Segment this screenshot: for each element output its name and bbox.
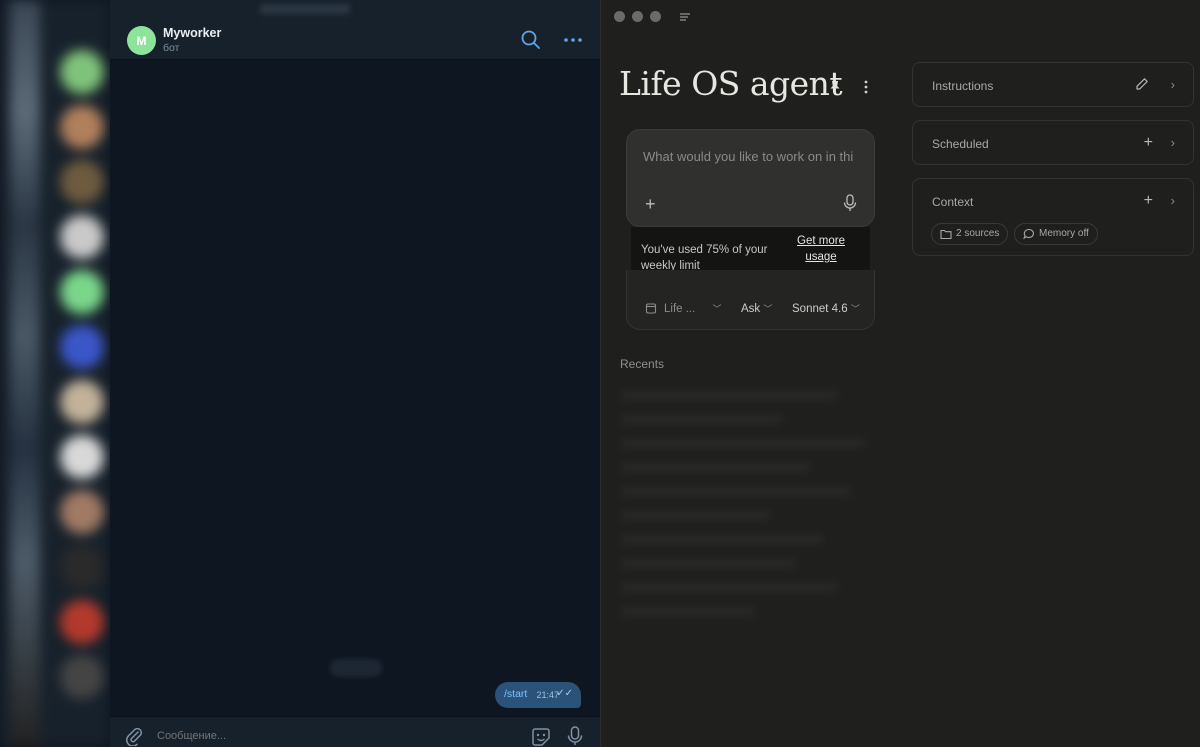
mode-selector-label: Ask xyxy=(741,303,761,315)
date-badge-blurred xyxy=(330,659,382,677)
context-label: Context xyxy=(932,195,974,209)
pencil-icon[interactable] xyxy=(1135,77,1149,91)
model-selector-label: Sonnet 4.6 xyxy=(792,303,848,315)
add-context-button[interactable]: + xyxy=(1144,192,1153,210)
chevron-right-icon[interactable]: › xyxy=(1171,193,1175,208)
scheduled-label: Scheduled xyxy=(932,137,989,151)
project-selector-label: Life ... xyxy=(664,303,696,315)
telegram-window: M Myworker бот /start 21:47 ✓✓ xyxy=(0,0,600,747)
microphone-icon[interactable] xyxy=(843,194,857,212)
instructions-panel[interactable]: Instructions › xyxy=(912,62,1194,107)
sticker-icon[interactable] xyxy=(530,726,552,747)
claude-window: Life OS agent What would you like to wor… xyxy=(600,0,1200,747)
sources-chip-label: 2 sources xyxy=(956,228,1000,239)
close-window-button[interactable] xyxy=(614,11,625,22)
recents-list-blurred xyxy=(620,380,892,660)
chat-avatar[interactable]: M xyxy=(127,26,156,55)
sidebar-toggle-icon[interactable] xyxy=(679,11,691,23)
chat-subtitle: бот xyxy=(163,42,180,54)
more-options-icon[interactable] xyxy=(861,78,871,96)
recents-heading: Recents xyxy=(620,357,665,371)
maximize-window-button[interactable] xyxy=(650,11,661,22)
memory-icon xyxy=(1023,228,1034,240)
project-title: Life OS agent xyxy=(619,64,843,103)
memory-chip-label: Memory off xyxy=(1039,228,1089,239)
instructions-label: Instructions xyxy=(932,79,994,93)
search-icon[interactable] xyxy=(520,29,542,51)
chat-area: M Myworker бот /start 21:47 ✓✓ xyxy=(110,0,600,747)
message-input[interactable] xyxy=(157,726,517,746)
model-selector[interactable]: Sonnet 4.6 ﹀ xyxy=(792,302,860,315)
context-panel[interactable]: Context + › 2 sources Memory off xyxy=(912,178,1194,256)
get-more-usage-link[interactable]: Get more usage xyxy=(790,233,852,265)
prompt-input[interactable]: What would you like to work on in thi xyxy=(643,149,868,164)
microphone-icon[interactable] xyxy=(565,725,585,747)
more-options-icon[interactable] xyxy=(562,33,584,47)
folder-icon xyxy=(940,229,952,240)
chat-header[interactable]: M Myworker бот xyxy=(110,20,600,60)
chevron-down-icon: ﹀ xyxy=(763,304,773,314)
chevron-right-icon[interactable]: › xyxy=(1171,77,1175,92)
message-composer xyxy=(110,716,600,747)
pin-icon[interactable] xyxy=(829,80,841,94)
prompt-composer[interactable]: What would you like to work on in thi + xyxy=(626,129,875,227)
read-ticks-icon: ✓✓ xyxy=(556,688,573,699)
dialog-list-blurred xyxy=(0,0,110,747)
window-titlebar xyxy=(110,0,600,20)
mode-selector[interactable]: Ask ﹀ xyxy=(741,302,772,315)
add-scheduled-button[interactable]: + xyxy=(1144,134,1153,152)
chevron-down-icon: ﹀ xyxy=(712,304,722,314)
project-icon xyxy=(645,303,657,314)
message-text[interactable]: /start xyxy=(504,688,527,700)
add-attachment-button[interactable]: + xyxy=(645,194,656,215)
usage-limit-banner: You've used 75% of your weekly limit Get… xyxy=(631,227,870,272)
message-bubble[interactable]: /start 21:47 ✓✓ xyxy=(495,682,581,708)
scheduled-panel[interactable]: Scheduled + › xyxy=(912,120,1194,165)
attach-icon[interactable] xyxy=(124,726,144,746)
memory-chip[interactable]: Memory off xyxy=(1014,223,1098,245)
chevron-right-icon[interactable]: › xyxy=(1171,135,1175,150)
chevron-down-icon: ﹀ xyxy=(850,304,860,314)
chat-name[interactable]: Myworker xyxy=(163,26,221,40)
minimize-window-button[interactable] xyxy=(632,11,643,22)
composer-toolbar: Life ... ﹀ Ask ﹀ Sonnet 4.6 ﹀ xyxy=(626,270,875,330)
sources-chip[interactable]: 2 sources xyxy=(931,223,1009,245)
project-selector[interactable]: Life ... ﹀ xyxy=(664,302,722,315)
